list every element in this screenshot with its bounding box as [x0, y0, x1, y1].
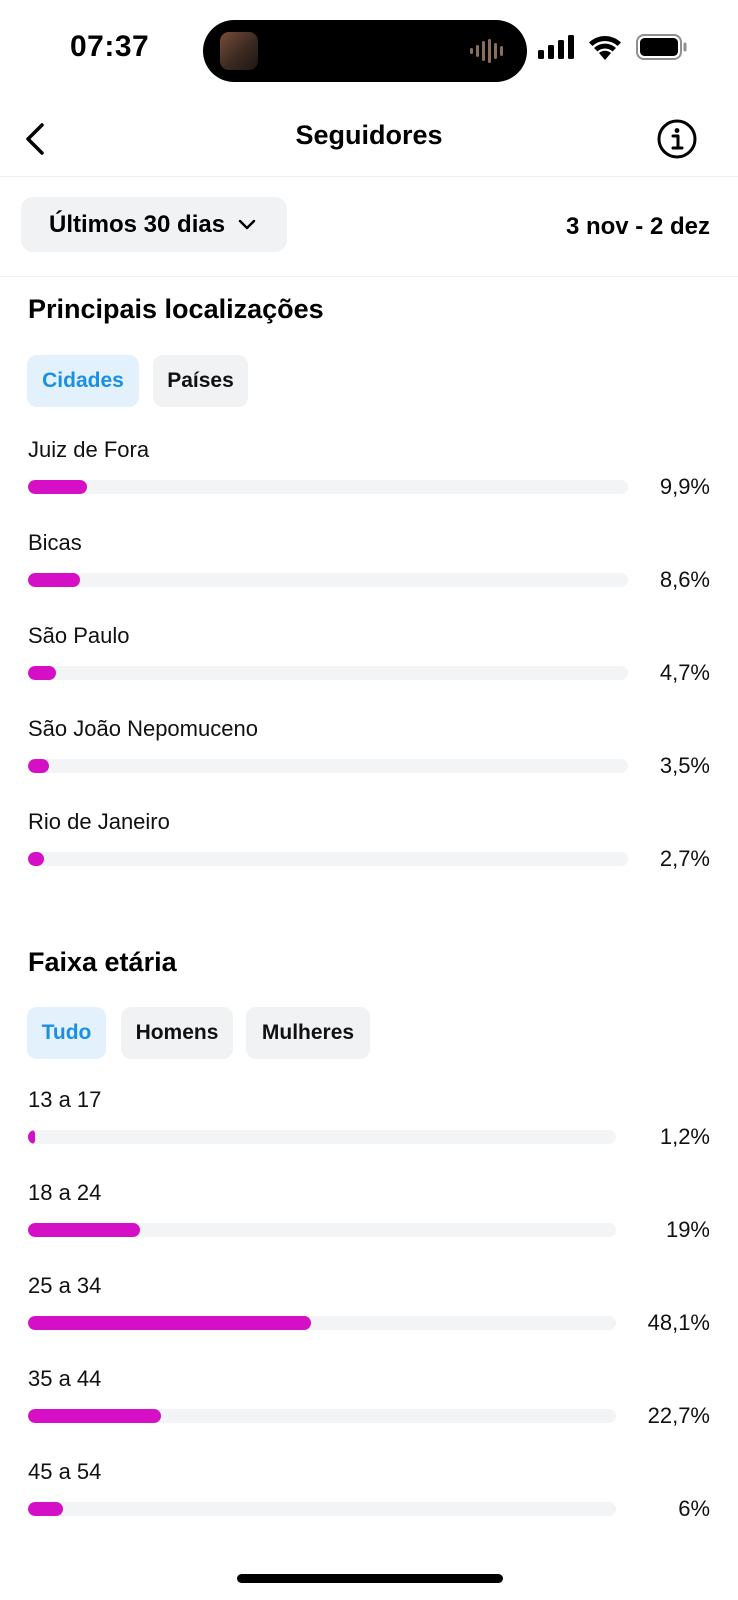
locations-title: Principais localizações: [28, 294, 324, 324]
date-range-text: 3 nov - 2 dez: [565, 213, 710, 240]
age-bar-fill: [28, 1223, 140, 1237]
date-range-dropdown[interactable]: Últimos 30 dias: [21, 197, 287, 252]
age-bar-track: [28, 1130, 616, 1144]
age-bar-track: [28, 1502, 616, 1516]
age-title: Faixa etária: [28, 947, 177, 977]
age-bar-fill: [28, 1316, 311, 1330]
age-bar-fill: [28, 1130, 36, 1144]
date-range-label: Últimos 30 dias: [49, 210, 226, 238]
audio-waveform-icon: [470, 39, 503, 63]
status-time: 07:37: [70, 30, 150, 63]
tab-cities-label: Cidades: [42, 369, 124, 392]
age-row-percent: 1,2%: [659, 1124, 710, 1149]
locations-row-label: Rio de Janeiro: [28, 809, 170, 834]
age-row-label: 13 a 17: [28, 1087, 102, 1112]
locations-row-label: São João Nepomuceno: [28, 716, 258, 741]
locations-bar-track: [28, 759, 628, 773]
age-row-label: 25 a 34: [28, 1273, 102, 1298]
wifi-icon: [589, 36, 621, 60]
header-divider: [0, 176, 738, 177]
age-row-percent: 19%: [665, 1217, 710, 1242]
battery-icon: [636, 34, 687, 60]
locations-row-percent: 8,6%: [659, 567, 710, 592]
tab-countries[interactable]: Países: [153, 355, 248, 407]
cellular-signal-icon: [538, 35, 574, 59]
locations-bar-fill: [28, 852, 45, 866]
age-bar-fill: [28, 1502, 64, 1516]
tab-all-label: Tudo: [41, 1021, 92, 1044]
age-row-label: 35 a 44: [28, 1366, 102, 1391]
age-row-percent: 48,1%: [647, 1310, 710, 1335]
locations-row-percent: 4,7%: [659, 660, 710, 685]
locations-bar-fill: [28, 480, 88, 494]
locations-row-label: São Paulo: [28, 623, 130, 648]
age-row-percent: 22,7%: [647, 1403, 710, 1428]
tab-all[interactable]: Tudo: [27, 1007, 106, 1059]
info-icon: [657, 119, 697, 159]
filter-divider: [0, 276, 738, 277]
age-row-percent: 6%: [678, 1496, 710, 1521]
age-bar-fill: [28, 1409, 162, 1423]
tab-countries-label: Países: [167, 369, 234, 392]
locations-bar-track: [28, 573, 628, 587]
age-row-label: 18 a 24: [28, 1180, 102, 1205]
locations-bar-fill: [28, 759, 49, 773]
locations-row-percent: 3,5%: [659, 753, 710, 778]
locations-row-percent: 9,9%: [659, 474, 710, 499]
home-indicator[interactable]: [237, 1574, 503, 1583]
dynamic-island[interactable]: [203, 20, 527, 82]
age-bar-track: [28, 1409, 616, 1423]
locations-bar-track: [28, 666, 628, 680]
status-icons: [538, 34, 688, 60]
tab-women[interactable]: Mulheres: [246, 1007, 370, 1059]
tab-cities[interactable]: Cidades: [27, 355, 139, 407]
locations-bar-track: [28, 480, 628, 494]
locations-bar-fill: [28, 573, 80, 587]
page-title: Seguidores: [295, 120, 443, 150]
info-button[interactable]: [656, 118, 698, 160]
age-bar-track: [28, 1223, 616, 1237]
locations-row-label: Bicas: [28, 530, 82, 555]
locations-bar-fill: [28, 666, 57, 680]
locations-row-percent: 2,7%: [659, 846, 710, 871]
now-playing-artwork-icon: [220, 32, 258, 70]
age-bar-track: [28, 1316, 616, 1330]
locations-bar-track: [28, 852, 628, 866]
tab-women-label: Mulheres: [261, 1021, 355, 1044]
age-row-label: 45 a 54: [28, 1459, 102, 1484]
locations-row-label: Juiz de Fora: [28, 437, 150, 462]
tab-men[interactable]: Homens: [121, 1007, 233, 1059]
tab-men-label: Homens: [135, 1021, 219, 1044]
chevron-down-icon: [238, 219, 256, 229]
